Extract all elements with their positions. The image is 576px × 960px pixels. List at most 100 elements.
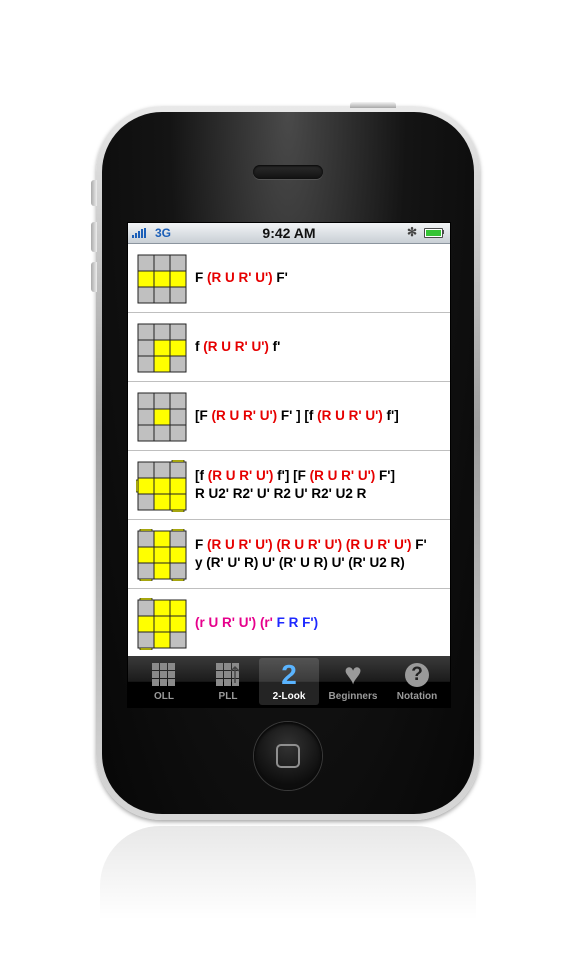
move-segment: f	[195, 339, 204, 354]
algorithm-text: f (R U R' U') f'	[195, 338, 280, 356]
move-segment: [f	[195, 468, 208, 483]
cube-sticker	[153, 461, 171, 479]
cube-sticker	[153, 339, 171, 357]
tab-pll[interactable]: PLL	[198, 658, 258, 705]
cube-sticker	[153, 424, 171, 442]
algorithm-row[interactable]: [f (R U R' U') f'] [F (R U R' U') F'] R U…	[128, 451, 450, 520]
algorithm-row[interactable]: F (R U R' U') F'	[128, 244, 450, 313]
move-segment: f']	[382, 408, 399, 423]
algorithm-line: [f (R U R' U') f'] [F (R U R' U') F']	[195, 467, 395, 485]
move-segment: (R U R' U')	[309, 468, 376, 483]
cube-sticker	[137, 562, 155, 580]
mute-switch	[91, 180, 97, 206]
tab-beginners[interactable]: ♥ Beginners	[323, 658, 383, 705]
cube-sticker	[153, 631, 171, 649]
earpiece-speaker	[253, 165, 323, 179]
cube-sticker	[153, 392, 171, 410]
side-sticker	[139, 598, 153, 601]
algorithm-row[interactable]: (r U R' U') (r' F R F')	[128, 589, 450, 655]
algorithm-line: (r U R' U') (r' F R F')	[195, 614, 318, 632]
move-segment: (R U R' U')	[276, 537, 343, 552]
two-icon: 2	[281, 659, 297, 690]
side-sticker	[139, 578, 153, 581]
tab-notation[interactable]: ? Notation	[387, 658, 447, 705]
volume-down-button	[91, 262, 97, 292]
cube-sticker	[169, 546, 187, 564]
home-square-icon	[276, 744, 300, 768]
side-sticker	[139, 647, 153, 650]
algorithm-text: (r U R' U') (r' F R F')	[195, 614, 318, 632]
algorithm-row[interactable]: [F (R U R' U') F' ] [f (R U R' U') f']	[128, 382, 450, 451]
cube-sticker	[153, 477, 171, 495]
cube-sticker	[169, 530, 187, 548]
move-segment: F'	[272, 270, 288, 285]
cube-sticker	[137, 392, 155, 410]
cube-sticker	[137, 546, 155, 564]
cube-pattern-icon	[137, 392, 187, 442]
cube-sticker	[137, 461, 155, 479]
cube-sticker	[153, 562, 171, 580]
cube-sticker	[137, 615, 155, 633]
cube-pattern-icon	[137, 529, 187, 581]
cube-sticker	[137, 631, 155, 649]
volume-up-button	[91, 222, 97, 252]
battery-icon	[424, 228, 443, 238]
status-time: 9:42 AM	[262, 225, 316, 241]
cube-sticker	[153, 323, 171, 341]
cube-sticker	[169, 424, 187, 442]
home-button[interactable]	[254, 722, 322, 790]
move-segment: (R U R' U')	[345, 537, 412, 552]
heart-icon: ♥	[344, 658, 362, 691]
cube-sticker	[137, 254, 155, 272]
cube-sticker	[169, 631, 187, 649]
algorithm-text: [F (R U R' U') F' ] [f (R U R' U') f']	[195, 407, 399, 425]
move-segment: (r U R' U')	[195, 615, 257, 630]
screen: 3G 9:42 AM ✻ F (R U R' U') F' f (R U R' U…	[127, 222, 451, 708]
bluetooth-icon: ✻	[407, 225, 418, 239]
cube-sticker	[169, 355, 187, 373]
question-icon: ?	[387, 662, 447, 688]
move-segment: F']	[375, 468, 395, 483]
move-segment: F	[195, 537, 207, 552]
cube-sticker	[137, 424, 155, 442]
cube-sticker	[169, 562, 187, 580]
move-segment: (R U R' U')	[203, 339, 269, 354]
tab-oll[interactable]: OLL	[134, 658, 194, 705]
cube-pattern-icon	[137, 598, 187, 650]
cube-sticker	[137, 599, 155, 617]
algorithm-row[interactable]: F (R U R' U') (R U R' U') (R U R' U') F'…	[128, 520, 450, 589]
algorithm-text: F (R U R' U') (R U R' U') (R U R' U') F'…	[195, 536, 427, 572]
move-segment: (R U R' U')	[207, 537, 273, 552]
status-bar: 3G 9:42 AM ✻	[128, 223, 450, 244]
cube-sticker	[153, 530, 171, 548]
side-sticker	[171, 578, 185, 581]
cube-sticker	[153, 286, 171, 304]
grid-icon	[134, 662, 194, 688]
algorithm-row[interactable]: f (R U R' U') f'	[128, 313, 450, 382]
tab-label: PLL	[218, 691, 238, 702]
move-segment: f'] [F	[273, 468, 310, 483]
cube-sticker	[169, 339, 187, 357]
cube-sticker	[169, 392, 187, 410]
cube-sticker	[137, 477, 155, 495]
algorithm-text: F (R U R' U') F'	[195, 269, 288, 287]
phone-reflection	[100, 826, 476, 960]
tab-label: 2-Look	[272, 691, 306, 702]
cube-pattern-icon	[137, 254, 187, 304]
tab-2-look[interactable]: 2 2-Look	[259, 658, 319, 705]
cube-sticker	[169, 323, 187, 341]
cube-sticker	[169, 477, 187, 495]
cube-sticker	[137, 408, 155, 426]
cube-sticker	[169, 408, 187, 426]
algorithm-list[interactable]: F (R U R' U') F' f (R U R' U') f' [F (R U …	[128, 244, 450, 655]
cube-sticker	[169, 270, 187, 288]
cube-sticker	[153, 599, 171, 617]
side-sticker	[171, 529, 185, 532]
cube-sticker	[137, 286, 155, 304]
pll-grid-icon	[198, 662, 258, 688]
sleep-button	[350, 102, 396, 108]
algorithm-line: [F (R U R' U') F' ] [f (R U R' U') f']	[195, 407, 399, 425]
algorithm-line: R U2' R2' U' R2 U' R2' U2 R	[195, 485, 395, 503]
move-segment: R U2' R2' U' R2 U' R2' U2 R	[195, 486, 367, 501]
move-segment: F R F')	[272, 615, 319, 630]
